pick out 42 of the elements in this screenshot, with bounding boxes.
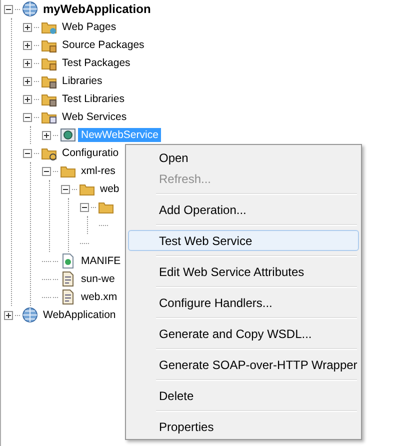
tree-item[interactable]: MANIFE	[78, 254, 124, 268]
menu-item[interactable]: Generate and Copy WSDL...	[128, 323, 359, 344]
tree-item[interactable]: xml-res	[78, 164, 118, 178]
tree-item[interactable]: web	[97, 182, 122, 196]
menu-item[interactable]: Properties	[128, 416, 359, 437]
tree-item[interactable]: WebApplication	[40, 308, 119, 322]
tree-item[interactable]: Web Services	[59, 110, 130, 124]
menu-item[interactable]: Open	[128, 147, 359, 168]
tree-item[interactable]: sun-we	[78, 272, 118, 286]
expander-icon[interactable]	[23, 94, 32, 104]
tree-item[interactable]: Source Packages	[59, 38, 148, 52]
expander-icon[interactable]	[23, 58, 32, 68]
expander-icon[interactable]	[23, 22, 32, 32]
menu-item[interactable]: Test Web Service	[128, 230, 359, 251]
tree-item[interactable]: Libraries	[59, 74, 106, 88]
tree-item[interactable]: Test Packages	[59, 56, 134, 70]
expander-icon[interactable]	[80, 202, 89, 212]
expander-icon[interactable]	[4, 4, 13, 14]
expander-icon[interactable]	[61, 184, 70, 194]
xml-file-icon	[60, 289, 76, 305]
service-icon	[60, 127, 76, 143]
expander-icon[interactable]	[23, 112, 32, 122]
expander-icon[interactable]	[23, 148, 32, 158]
expander-icon[interactable]	[23, 40, 32, 50]
xml-file-icon	[60, 271, 76, 287]
globe-icon	[22, 307, 38, 323]
tree-item[interactable]: Configuratio	[59, 146, 122, 160]
expander-icon[interactable]	[42, 166, 51, 176]
expander-icon[interactable]	[23, 76, 32, 86]
tree-item[interactable]: Web Pages	[59, 20, 120, 34]
menu-item[interactable]: Delete	[128, 385, 359, 406]
menu-item[interactable]: Configure Handlers...	[128, 292, 359, 313]
menu-item[interactable]: Generate SOAP-over-HTTP Wrapper	[128, 354, 359, 375]
tree-item[interactable]: myWebApplication	[40, 1, 154, 17]
menu-item[interactable]: Edit Web Service Attributes	[128, 261, 359, 282]
document-icon	[60, 253, 76, 269]
globe-icon	[22, 1, 38, 17]
menu-item[interactable]: Add Operation...	[128, 199, 359, 220]
expander-icon[interactable]	[4, 310, 13, 320]
tree-item[interactable]: web.xm	[78, 290, 120, 304]
expander-icon[interactable]	[42, 130, 51, 140]
tree-item[interactable]: Test Libraries	[59, 92, 128, 106]
